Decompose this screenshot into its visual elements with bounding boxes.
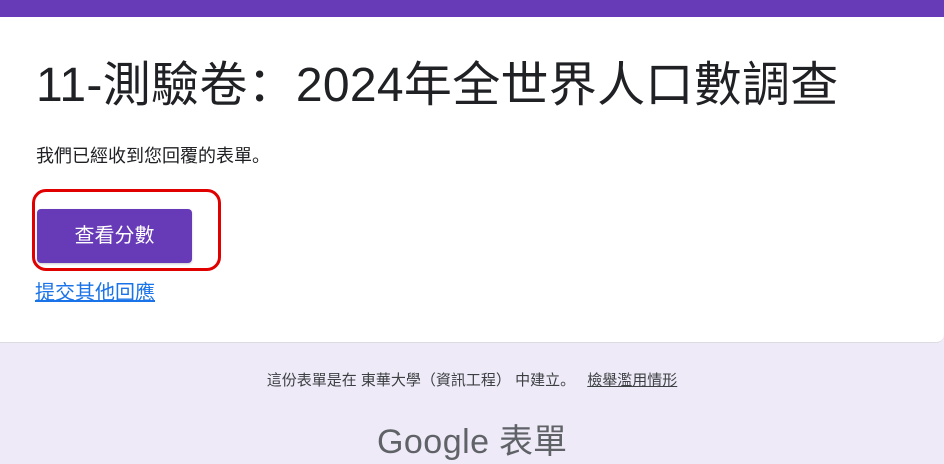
submit-another-response-link[interactable]: 提交其他回應 xyxy=(35,280,155,306)
google-logo: Google xyxy=(376,423,490,461)
form-title: 11-測驗卷：2024年全世界人口數調查 xyxy=(36,59,839,112)
brand-product-name: 表單 xyxy=(499,423,568,461)
footer-note: 這份表單是在 東華大學（資訊工程） 中建立。 檢舉濫用情形 xyxy=(0,370,944,392)
form-card: 11-測驗卷：2024年全世界人口數調查 我們已經收到您回覆的表單。 查看分數 … xyxy=(0,0,944,343)
view-score-button[interactable]: 查看分數 xyxy=(37,209,192,263)
report-abuse-link[interactable]: 檢舉濫用情形 xyxy=(587,372,677,389)
confirmation-message: 我們已經收到您回覆的表單。 xyxy=(36,146,270,166)
footer-created-in-text: 這份表單是在 東華大學（資訊工程） 中建立。 xyxy=(266,372,576,389)
google-forms-brand[interactable]: Google 表單 xyxy=(0,420,944,464)
form-accent-bar xyxy=(0,0,944,17)
